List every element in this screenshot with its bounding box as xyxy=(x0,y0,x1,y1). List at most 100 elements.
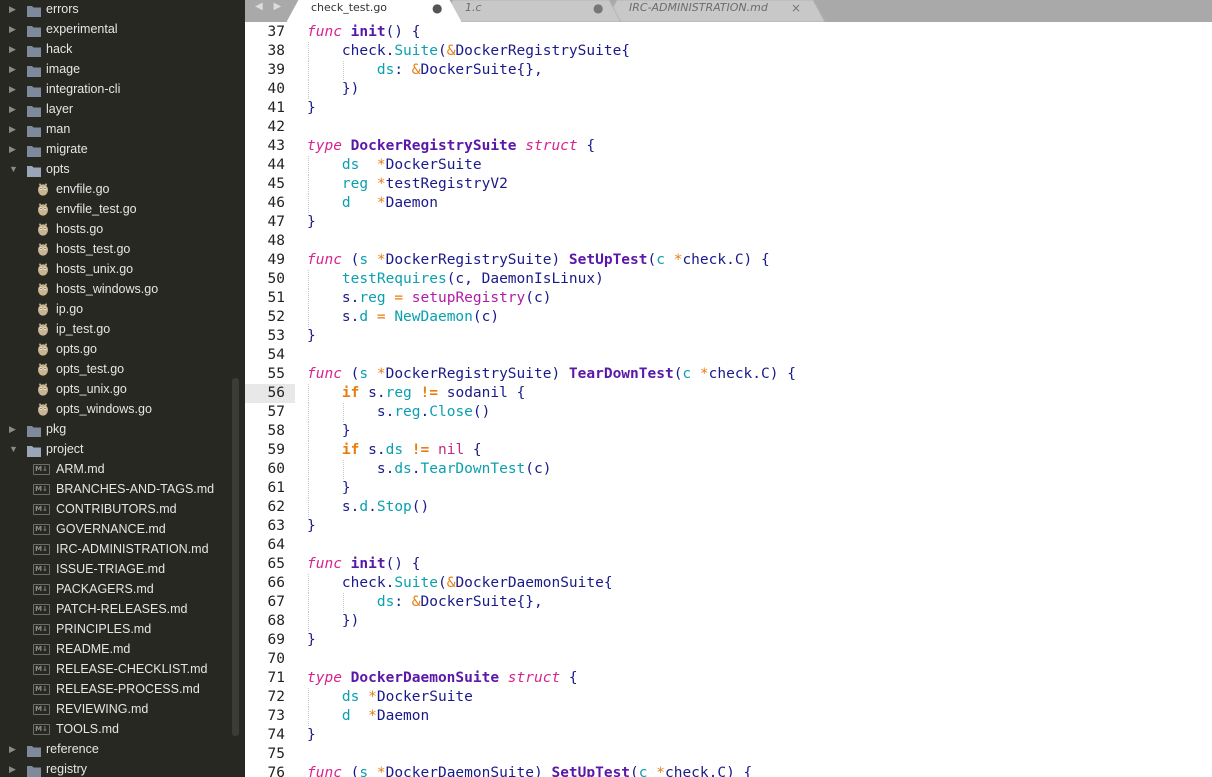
tree-folder-man[interactable]: ▶ man xyxy=(0,119,232,139)
collapsed-arrow-icon[interactable]: ▶ xyxy=(9,59,17,79)
tree-file-envfile-go[interactable]: envfile.go xyxy=(0,179,232,199)
tree-file-envfile-test-go[interactable]: envfile_test.go xyxy=(0,199,232,219)
code-line[interactable]: 57 s.reg.Close() xyxy=(245,403,1212,422)
tree-file-opts-unix-go[interactable]: opts_unix.go xyxy=(0,379,232,399)
collapsed-arrow-icon[interactable]: ▶ xyxy=(9,739,17,759)
code-line[interactable]: 62 s.d.Stop() xyxy=(245,498,1212,517)
code-line[interactable]: 41} xyxy=(245,99,1212,118)
sidebar-scrollbar[interactable] xyxy=(232,378,239,736)
code-line[interactable]: 64 xyxy=(245,536,1212,555)
code-line[interactable]: 58 } xyxy=(245,422,1212,441)
code-line[interactable]: 46 d *Daemon xyxy=(245,194,1212,213)
tree-file-hosts-go[interactable]: hosts.go xyxy=(0,219,232,239)
collapsed-arrow-icon[interactable]: ▶ xyxy=(9,419,17,439)
code-line[interactable]: 37 func init() { xyxy=(245,23,1212,42)
unsaved-dot-icon[interactable]: ● xyxy=(593,1,603,15)
collapsed-arrow-icon[interactable]: ▶ xyxy=(9,139,17,159)
code-line[interactable]: 43 type DockerRegistrySuite struct { xyxy=(245,137,1212,156)
tree-folder-pkg[interactable]: ▶ pkg xyxy=(0,419,232,439)
tab-1-c[interactable]: 1.c ● xyxy=(441,0,621,22)
tree-file-readme-md[interactable]: M↓ README.md xyxy=(0,639,232,659)
tree-file-release-checklist-md[interactable]: M↓ RELEASE-CHECKLIST.md xyxy=(0,659,232,679)
code-line[interactable]: 66 check.Suite(&DockerDaemonSuite{ xyxy=(245,574,1212,593)
code-editor[interactable]: 37 func init() {38 check.Suite(&DockerReg… xyxy=(245,22,1212,777)
code-line[interactable]: 44 ds *DockerSuite xyxy=(245,156,1212,175)
tree-folder-migrate[interactable]: ▶ migrate xyxy=(0,139,232,159)
collapsed-arrow-icon[interactable]: ▶ xyxy=(9,79,17,99)
code-line[interactable]: 48 xyxy=(245,232,1212,251)
code-line[interactable]: 75 xyxy=(245,745,1212,764)
code-line[interactable]: 42 xyxy=(245,118,1212,137)
collapsed-arrow-icon[interactable]: ▶ xyxy=(9,0,17,19)
code-line[interactable]: 63} xyxy=(245,517,1212,536)
tree-file-ip-test-go[interactable]: ip_test.go xyxy=(0,319,232,339)
tab-check-test-go[interactable]: check_test.go ● xyxy=(287,0,461,22)
code-line[interactable]: 61 } xyxy=(245,479,1212,498)
tree-file-hosts-windows-go[interactable]: hosts_windows.go xyxy=(0,279,232,299)
code-line[interactable]: 59 if s.ds != nil { xyxy=(245,441,1212,460)
tree-folder-reference[interactable]: ▶ reference xyxy=(0,739,232,759)
code-line[interactable]: 54 xyxy=(245,346,1212,365)
code-line[interactable]: 67 ds: &DockerSuite{}, xyxy=(245,593,1212,612)
tree-folder-experimental[interactable]: ▶ experimental xyxy=(0,19,232,39)
tree-file-governance-md[interactable]: M↓ GOVERNANCE.md xyxy=(0,519,232,539)
tree-folder-errors[interactable]: ▶ errors xyxy=(0,0,232,19)
collapsed-arrow-icon[interactable]: ▶ xyxy=(9,19,17,39)
tree-folder-integration-cli[interactable]: ▶ integration-cli xyxy=(0,79,232,99)
tree-folder-registry[interactable]: ▶ registry xyxy=(0,759,232,777)
tree-file-arm-md[interactable]: M↓ ARM.md xyxy=(0,459,232,479)
code-line[interactable]: 74} xyxy=(245,726,1212,745)
tree-file-branches-and-tags-md[interactable]: M↓ BRANCHES-AND-TAGS.md xyxy=(0,479,232,499)
code-line[interactable]: 56 if s.reg != sodanil { xyxy=(245,384,1212,403)
tree-file-principles-md[interactable]: M↓ PRINCIPLES.md xyxy=(0,619,232,639)
collapsed-arrow-icon[interactable]: ▶ xyxy=(9,39,17,59)
code-line[interactable]: 65 func init() { xyxy=(245,555,1212,574)
code-line[interactable]: 72 ds *DockerSuite xyxy=(245,688,1212,707)
code-line[interactable]: 52 s.d = NewDaemon(c) xyxy=(245,308,1212,327)
code-line[interactable]: 40 }) xyxy=(245,80,1212,99)
tree-file-hosts-test-go[interactable]: hosts_test.go xyxy=(0,239,232,259)
tree-file-patch-releases-md[interactable]: M↓ PATCH-RELEASES.md xyxy=(0,599,232,619)
code-line[interactable]: 76 func (s *DockerDaemonSuite) SetUpTest(… xyxy=(245,764,1212,777)
code-line[interactable]: 47} xyxy=(245,213,1212,232)
tree-file-irc-administration-md[interactable]: M↓ IRC-ADMINISTRATION.md xyxy=(0,539,232,559)
code-line[interactable]: 53} xyxy=(245,327,1212,346)
code-line[interactable]: 50 testRequires(c, DaemonIsLinux) xyxy=(245,270,1212,289)
tab-irc-administration-md[interactable]: IRC-ADMINISTRATION.md × xyxy=(605,0,825,22)
tree-folder-project[interactable]: ▼ project xyxy=(0,439,232,459)
code-line[interactable]: 68 }) xyxy=(245,612,1212,631)
tree-file-issue-triage-md[interactable]: M↓ ISSUE-TRIAGE.md xyxy=(0,559,232,579)
code-line[interactable]: 45 reg *testRegistryV2 xyxy=(245,175,1212,194)
code-line[interactable]: 60 s.ds.TearDownTest(c) xyxy=(245,460,1212,479)
close-icon[interactable]: × xyxy=(791,1,801,15)
tree-file-release-process-md[interactable]: M↓ RELEASE-PROCESS.md xyxy=(0,679,232,699)
code-line[interactable]: 70 xyxy=(245,650,1212,669)
code-line[interactable]: 55 func (s *DockerRegistrySuite) TearDown… xyxy=(245,365,1212,384)
tree-file-opts-windows-go[interactable]: opts_windows.go xyxy=(0,399,232,419)
code-line[interactable]: 38 check.Suite(&DockerRegistrySuite{ xyxy=(245,42,1212,61)
code-line[interactable]: 69} xyxy=(245,631,1212,650)
tree-file-tools-md[interactable]: M↓ TOOLS.md xyxy=(0,719,232,739)
expanded-arrow-icon[interactable]: ▼ xyxy=(9,439,18,459)
tree-folder-opts[interactable]: ▼ opts xyxy=(0,159,232,179)
collapsed-arrow-icon[interactable]: ▶ xyxy=(9,119,17,139)
tree-file-ip-go[interactable]: ip.go xyxy=(0,299,232,319)
unsaved-dot-icon[interactable]: ● xyxy=(432,1,442,15)
tree-file-hosts-unix-go[interactable]: hosts_unix.go xyxy=(0,259,232,279)
code-line[interactable]: 51 s.reg = setupRegistry(c) xyxy=(245,289,1212,308)
tree-file-opts-go[interactable]: opts.go xyxy=(0,339,232,359)
code-line[interactable]: 49 func (s *DockerRegistrySuite) SetUpTes… xyxy=(245,251,1212,270)
tree-file-reviewing-md[interactable]: M↓ REVIEWING.md xyxy=(0,699,232,719)
collapsed-arrow-icon[interactable]: ▶ xyxy=(9,99,17,119)
code-line[interactable]: 73 d *Daemon xyxy=(245,707,1212,726)
tree-folder-hack[interactable]: ▶ hack xyxy=(0,39,232,59)
code-line[interactable]: 71 type DockerDaemonSuite struct { xyxy=(245,669,1212,688)
tree-file-opts-test-go[interactable]: opts_test.go xyxy=(0,359,232,379)
tree-folder-image[interactable]: ▶ image xyxy=(0,59,232,79)
code-line[interactable]: 39 ds: &DockerSuite{}, xyxy=(245,61,1212,80)
tree-file-contributors-md[interactable]: M↓ CONTRIBUTORS.md xyxy=(0,499,232,519)
tab-nav-arrows[interactable]: ◀ ▶ xyxy=(255,0,285,14)
tree-file-packagers-md[interactable]: M↓ PACKAGERS.md xyxy=(0,579,232,599)
expanded-arrow-icon[interactable]: ▼ xyxy=(9,159,18,179)
collapsed-arrow-icon[interactable]: ▶ xyxy=(9,759,17,777)
